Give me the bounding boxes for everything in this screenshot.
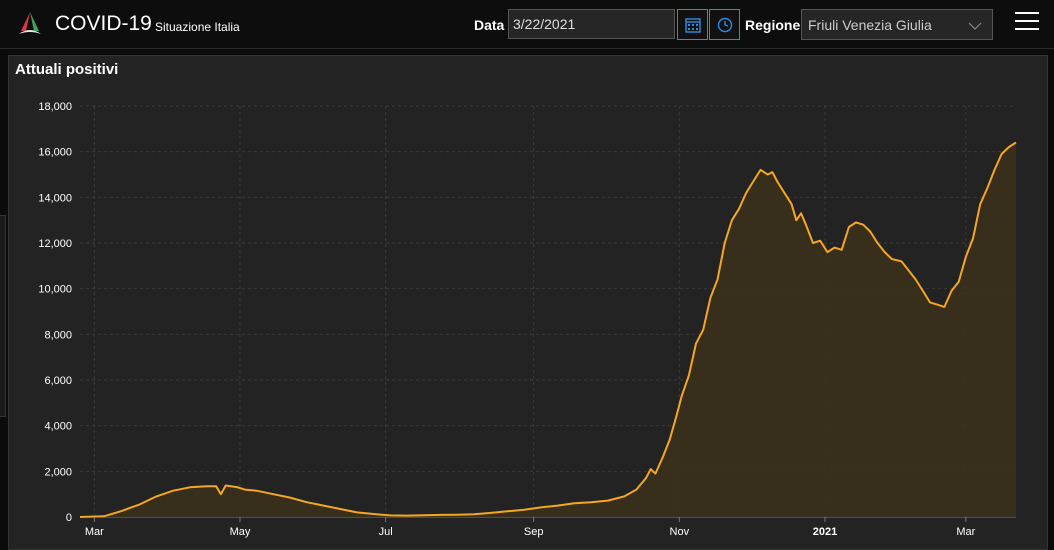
x-tick-label: Mar	[956, 526, 975, 538]
y-tick-label: 6,000	[44, 375, 72, 387]
x-tick-label: Nov	[670, 526, 690, 538]
x-tick-label: Mar	[85, 526, 104, 538]
x-tick-label: May	[230, 526, 251, 538]
x-tick-label: 2021	[813, 526, 837, 538]
y-tick-label: 0	[66, 512, 72, 524]
y-tick-label: 4,000	[44, 421, 72, 433]
y-tick-label: 8,000	[44, 329, 72, 341]
chart: 0 2,000 4,000 6,000 8,000 10,000 12,000 14,000 1…	[38, 101, 1017, 538]
y-tick-label: 14,000	[38, 192, 72, 204]
x-tick-label: Jul	[379, 526, 393, 538]
y-tick-label: 10,000	[38, 284, 72, 296]
y-tick-label: 12,000	[38, 238, 72, 250]
y-tick-label: 2,000	[44, 466, 72, 478]
x-tick-label: Sep	[524, 526, 544, 538]
series-area	[80, 142, 1016, 517]
y-tick-label: 18,000	[38, 101, 72, 113]
y-tick-label: 16,000	[38, 147, 72, 159]
